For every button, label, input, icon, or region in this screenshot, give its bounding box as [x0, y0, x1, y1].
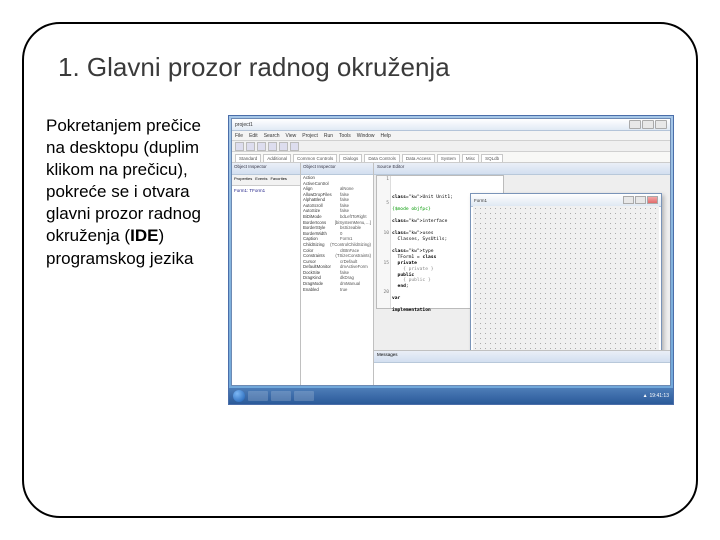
- menu-run[interactable]: Run: [324, 133, 333, 139]
- oi-tab-events[interactable]: Events: [255, 176, 267, 184]
- start-button[interactable]: [233, 390, 245, 402]
- stop-icon[interactable]: [290, 142, 299, 151]
- clock: 19:41:13: [650, 393, 669, 399]
- messages-pane: Messages: [374, 350, 670, 385]
- menu-view[interactable]: View: [286, 133, 297, 139]
- tab-misc[interactable]: Misc: [462, 154, 479, 162]
- tab-common-controls[interactable]: Common Controls: [293, 154, 337, 162]
- minimize-button[interactable]: [629, 120, 641, 129]
- form-close-button[interactable]: [647, 196, 658, 204]
- tab-sqldb[interactable]: SQLdb: [481, 154, 503, 162]
- titlebar: project1: [232, 119, 670, 131]
- tray-icon[interactable]: ▲: [643, 393, 648, 399]
- run-icon[interactable]: [268, 142, 277, 151]
- form-maximize-button[interactable]: [635, 196, 646, 204]
- taskbar-app[interactable]: [248, 391, 268, 401]
- tab-additional[interactable]: Additional: [263, 154, 291, 162]
- tab-system[interactable]: System: [437, 154, 460, 162]
- taskbar-app[interactable]: [271, 391, 291, 401]
- object-tree[interactable]: Form1: TForm1: [232, 186, 300, 385]
- property-row[interactable]: Enabledtrue: [301, 287, 373, 293]
- taskbar-app[interactable]: [294, 391, 314, 401]
- form-minimize-button[interactable]: [623, 196, 634, 204]
- taskbar[interactable]: ▲ 19:41:13: [229, 388, 673, 404]
- tab-data-controls[interactable]: Data Controls: [364, 154, 400, 162]
- editor-area: Source Editor 1 5 10 15 20 class="kw">Un…: [374, 163, 670, 385]
- tab-dialogs[interactable]: Dialogs: [339, 154, 362, 162]
- object-inspector: Object Inspector ActionActiveControlAlig…: [301, 163, 374, 385]
- form-title: Form1: [474, 198, 487, 203]
- oi-header: Object Inspector: [301, 163, 373, 175]
- toolbar[interactable]: [232, 141, 670, 152]
- slide-title: 1. Glavni prozor radnog okruženja: [58, 52, 674, 83]
- menu-tools[interactable]: Tools: [339, 133, 351, 139]
- tab-standard[interactable]: Standard: [235, 154, 261, 162]
- save-icon[interactable]: [257, 142, 266, 151]
- form-designer[interactable]: Form1: [470, 193, 662, 365]
- new-icon[interactable]: [235, 142, 244, 151]
- menubar[interactable]: File Edit Search View Project Run Tools Window H…: [232, 131, 670, 141]
- menu-file[interactable]: File: [235, 133, 243, 139]
- ide-screenshot: project1 File Edit Search View Project Run Too…: [228, 115, 674, 405]
- menu-window[interactable]: Window: [357, 133, 375, 139]
- slide-body: Pokretanjem prečice na desktopu (duplim …: [46, 115, 214, 405]
- menu-help[interactable]: Help: [381, 133, 391, 139]
- component-tabs[interactable]: StandardAdditionalCommon ControlsDialogs…: [232, 152, 670, 163]
- slide-frame: 1. Glavni prozor radnog okruženja Pokret…: [22, 22, 698, 518]
- object-tree-pane: Object Inspector PropertiesEventsFavorit…: [232, 163, 301, 385]
- close-button[interactable]: [655, 120, 667, 129]
- oi-tab-properties[interactable]: Properties: [234, 176, 252, 184]
- pause-icon[interactable]: [279, 142, 288, 151]
- pane-header: Object Inspector: [232, 163, 300, 175]
- pane-tabs[interactable]: PropertiesEventsFavorites: [232, 175, 300, 186]
- messages-header: Messages: [374, 351, 670, 363]
- form-canvas[interactable]: [473, 206, 659, 354]
- open-icon[interactable]: [246, 142, 255, 151]
- menu-search[interactable]: Search: [264, 133, 280, 139]
- oi-tab-favorites[interactable]: Favorites: [270, 176, 286, 184]
- menu-edit[interactable]: Edit: [249, 133, 258, 139]
- window-title: project1: [235, 122, 253, 128]
- properties-grid[interactable]: ActionActiveControlAlignalNoneAllowDropF…: [301, 175, 373, 385]
- tab-data-access[interactable]: Data Access: [402, 154, 435, 162]
- ide-window: project1 File Edit Search View Project Run Too…: [231, 118, 671, 386]
- menu-project[interactable]: Project: [302, 133, 318, 139]
- maximize-button[interactable]: [642, 120, 654, 129]
- source-editor-header: Source Editor: [374, 163, 670, 175]
- gutter: 1 5 10 15 20: [377, 176, 391, 308]
